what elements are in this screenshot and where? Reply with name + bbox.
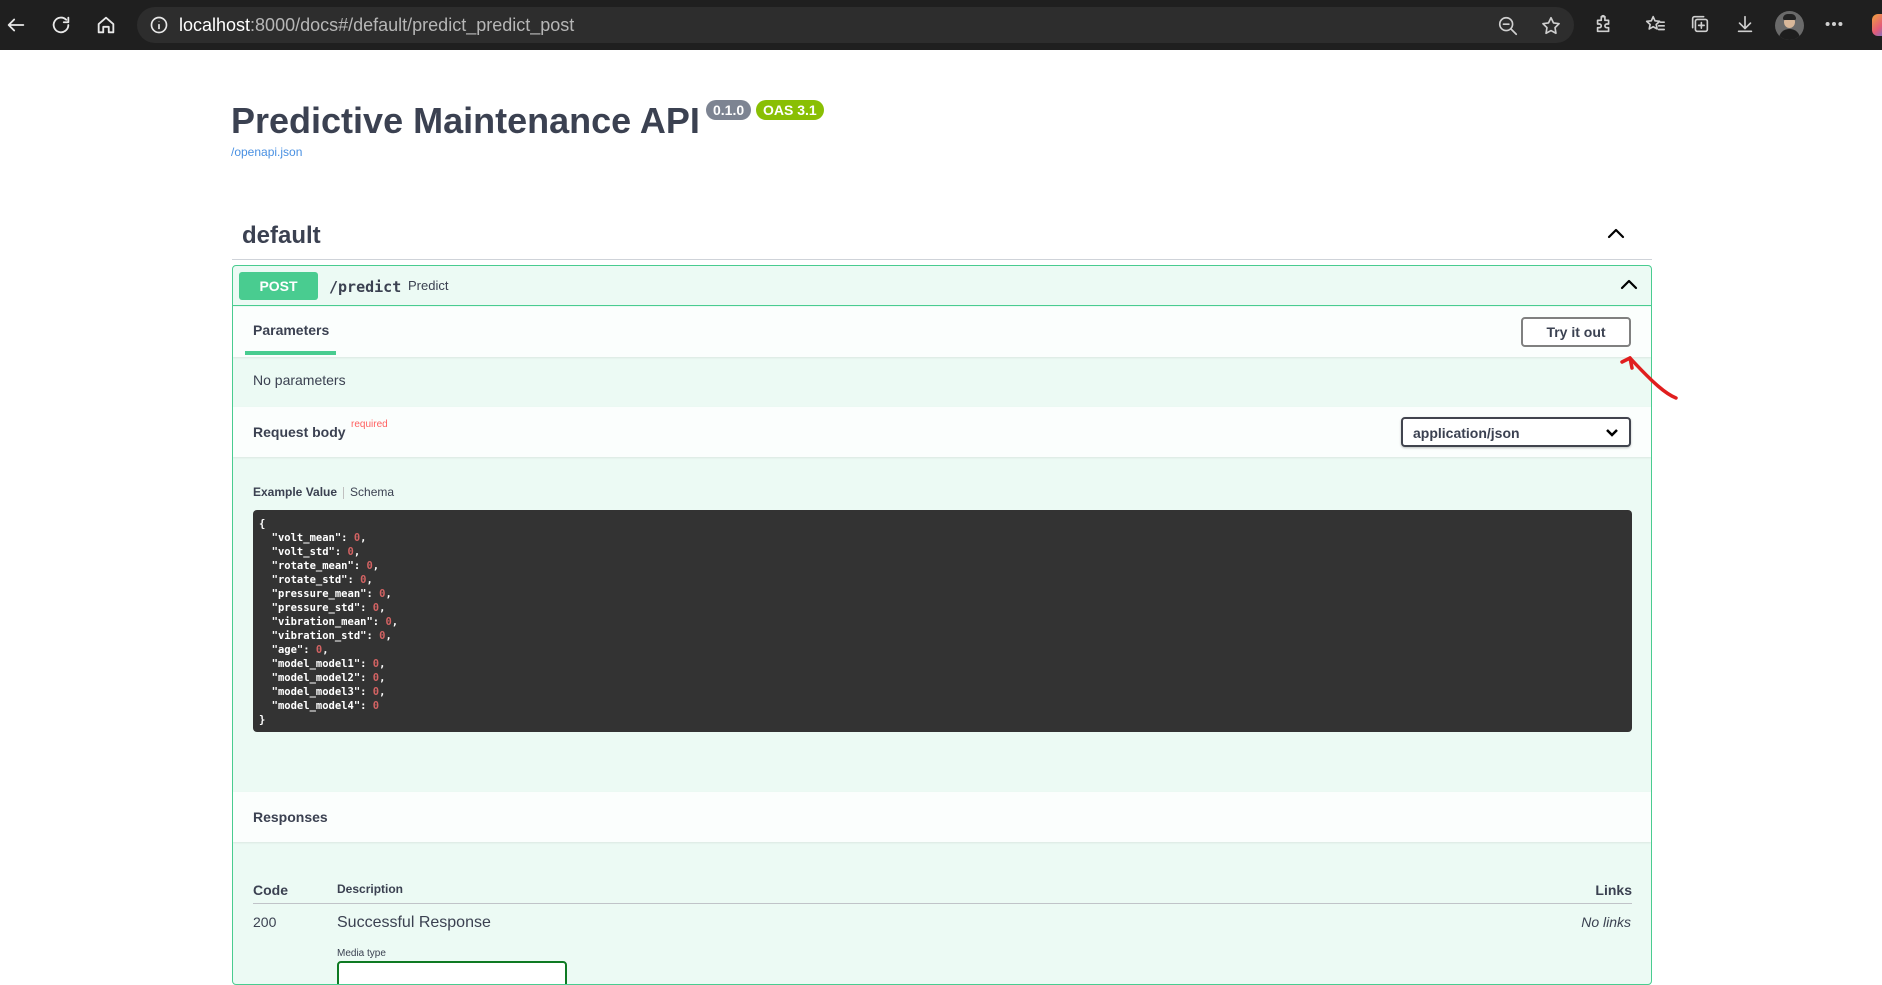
api-title: Predictive Maintenance API: [231, 100, 700, 141]
json-value: 0: [372, 672, 380, 684]
json-value: 0: [360, 574, 367, 586]
favorites-icon[interactable]: [1644, 13, 1668, 37]
json-value: 0: [353, 532, 361, 544]
json-value: 0: [372, 658, 380, 670]
json-key: "model_model2":: [259, 672, 373, 684]
json-key: "model_model4":: [259, 700, 373, 712]
tag-name: default: [242, 222, 321, 249]
response-code: 200: [253, 914, 277, 930]
json-key: "rotate_mean":: [259, 560, 367, 572]
json-key: "model_model3":: [259, 686, 373, 698]
json-line: "vibration_std": 0,: [259, 630, 392, 642]
json-value: 0: [385, 616, 392, 628]
favorite-star-icon[interactable]: [1540, 15, 1562, 37]
responses-header: Responses: [233, 792, 1651, 842]
request-body-header: Request body required application/json: [233, 407, 1651, 457]
request-body-title: Request body: [253, 424, 346, 440]
json-line: "volt_mean": 0,: [259, 532, 367, 544]
content-type-value: application/json: [1413, 425, 1520, 441]
zoom-out-icon[interactable]: [1497, 15, 1519, 37]
column-code: Code: [253, 882, 288, 898]
json-line: "model_model2": 0,: [259, 672, 386, 684]
json-brace-close: }: [259, 714, 266, 726]
column-description: Description: [337, 882, 404, 896]
json-key: "pressure_mean":: [259, 588, 380, 600]
annotation-arrow-icon: [1618, 354, 1678, 404]
try-it-out-button[interactable]: Try it out: [1521, 317, 1631, 347]
json-value: 0: [379, 588, 386, 600]
extensions-icon[interactable]: [1593, 13, 1617, 37]
copilot-icon[interactable]: [1872, 14, 1882, 36]
content-type-select[interactable]: application/json: [1401, 417, 1631, 447]
tag-section-header[interactable]: default: [232, 218, 1652, 260]
json-brace-open: {: [259, 518, 266, 530]
tab-example-value[interactable]: Example Value: [253, 485, 337, 499]
info-icon[interactable]: [149, 15, 169, 35]
json-line: "pressure_mean": 0,: [259, 588, 392, 600]
browser-toolbar: localhost:8000/docs#/default/predict_pre…: [0, 0, 1882, 50]
json-line: "rotate_mean": 0,: [259, 560, 380, 572]
downloads-icon[interactable]: [1734, 13, 1758, 37]
json-line: "model_model1": 0,: [259, 658, 386, 670]
parameters-header: Parameters Try it out: [233, 307, 1651, 357]
json-value: 0: [379, 630, 386, 642]
tab-parameters[interactable]: Parameters: [253, 322, 329, 338]
json-line: "rotate_std": 0,: [259, 574, 373, 586]
json-key: "vibration_std":: [259, 630, 380, 642]
chevron-down-icon: [1605, 425, 1619, 439]
json-value: 0: [372, 700, 380, 712]
more-icon[interactable]: [1823, 13, 1847, 37]
json-line: "age": 0,: [259, 644, 329, 656]
json-line: "model_model3": 0,: [259, 686, 386, 698]
json-key: "age":: [259, 644, 316, 656]
json-line: "volt_std": 0,: [259, 546, 361, 558]
media-type-select[interactable]: [337, 961, 567, 984]
chevron-up-icon[interactable]: [1606, 224, 1626, 244]
json-line: "vibration_mean": 0,: [259, 616, 399, 628]
operation-path: /predict: [329, 278, 402, 296]
response-links: No links: [1581, 914, 1631, 930]
operation-summary[interactable]: POST /predict Predict: [233, 266, 1651, 306]
home-icon[interactable]: [92, 11, 120, 39]
json-value: 0: [372, 686, 380, 698]
oas-badge: OAS 3.1: [756, 100, 824, 120]
operation-block: POST /predict Predict Parameters Try it …: [232, 265, 1652, 985]
json-value: 0: [347, 546, 354, 558]
json-value: 0: [315, 644, 323, 656]
responses-title: Responses: [253, 809, 328, 825]
tab-divider: [343, 486, 345, 499]
json-line: "pressure_std": 0,: [259, 602, 386, 614]
operation-summary-text: Predict: [408, 278, 449, 293]
media-type-label: Media type: [337, 948, 386, 959]
json-key: "volt_mean":: [259, 532, 354, 544]
example-json-code[interactable]: { "volt_mean": 0, "volt_std": 0, "rotate…: [253, 510, 1632, 732]
back-icon[interactable]: [2, 11, 30, 39]
json-value: 0: [366, 560, 373, 572]
collections-icon[interactable]: [1689, 13, 1713, 37]
json-key: "rotate_std":: [259, 574, 361, 586]
method-badge: POST: [239, 272, 318, 300]
json-key: "pressure_std":: [259, 602, 373, 614]
json-line: "model_model4": 0: [259, 699, 1626, 713]
url-text[interactable]: localhost:8000/docs#/default/predict_pre…: [179, 15, 574, 36]
refresh-icon[interactable]: [47, 11, 75, 39]
json-key: "volt_std":: [259, 546, 348, 558]
address-bar[interactable]: localhost:8000/docs#/default/predict_pre…: [137, 7, 1574, 43]
no-parameters-text: No parameters: [253, 372, 346, 388]
example-tabs: Example Value Schema: [253, 485, 394, 499]
profile-avatar[interactable]: [1775, 11, 1804, 40]
json-key: "model_model1":: [259, 658, 373, 670]
tab-schema[interactable]: Schema: [350, 485, 394, 499]
openapi-json-link[interactable]: /openapi.json: [231, 145, 302, 159]
active-tab-underline: [245, 351, 336, 355]
column-links: Links: [1595, 882, 1632, 898]
response-description: Successful Response: [337, 914, 491, 931]
json-key: "vibration_mean":: [259, 616, 386, 628]
responses-table-header: Code Description Links: [253, 874, 1632, 904]
json-value: 0: [372, 602, 380, 614]
version-badge: 0.1.0: [706, 100, 752, 120]
chevron-up-icon[interactable]: [1619, 275, 1639, 295]
required-label: required: [351, 419, 388, 430]
